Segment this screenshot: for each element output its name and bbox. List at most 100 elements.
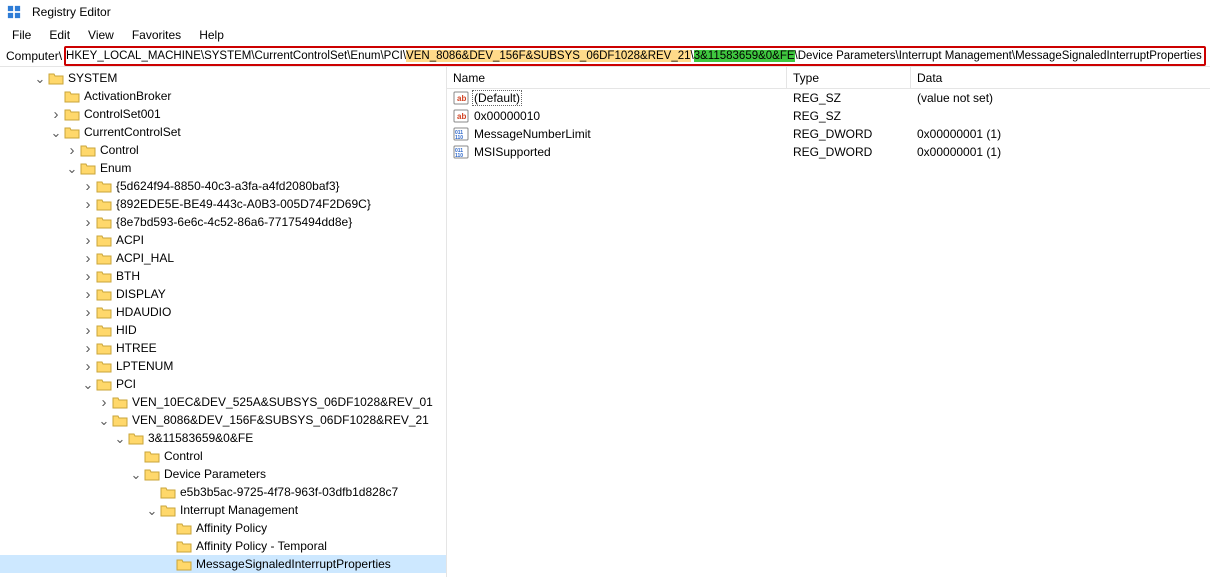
- twisty-icon[interactable]: [128, 465, 144, 483]
- tree-node-bth[interactable]: BTH: [0, 267, 446, 285]
- tree-pane[interactable]: SYSTEM ActivationBroker ControlSet001 Cu…: [0, 67, 447, 577]
- values-pane[interactable]: Name Type Data ab(Default)REG_SZ(value n…: [447, 67, 1210, 577]
- tree-node-devguid[interactable]: e5b3b5ac-9725-4f78-963f-03dfb1d828c7: [0, 483, 446, 501]
- tree-label: LPTENUM: [116, 359, 173, 373]
- tree-node-control[interactable]: Control: [0, 141, 446, 159]
- svg-text:ab: ab: [457, 112, 466, 121]
- tree-node-guid1[interactable]: {5d624f94-8850-40c3-a3fa-a4fd2080baf3}: [0, 177, 446, 195]
- value-row[interactable]: 011110MSISupportedREG_DWORD0x00000001 (1…: [447, 143, 1210, 161]
- twisty-icon[interactable]: [80, 177, 96, 195]
- window-title: Registry Editor: [32, 5, 111, 19]
- menu-help[interactable]: Help: [191, 26, 232, 44]
- tree-node-acpi[interactable]: ACPI: [0, 231, 446, 249]
- twisty-icon[interactable]: [144, 501, 160, 519]
- tree-node-controlset001[interactable]: ControlSet001: [0, 105, 446, 123]
- twisty-icon[interactable]: [32, 69, 48, 87]
- tree-node-guid3[interactable]: {8e7bd593-6e6c-4c52-86a6-77175494dd8e}: [0, 213, 446, 231]
- tree-node-currentcontrolset[interactable]: CurrentControlSet: [0, 123, 446, 141]
- tree-node-instance[interactable]: 3&11583659&0&FE: [0, 429, 446, 447]
- tree-node-affinity-policy-temporal[interactable]: Affinity Policy - Temporal: [0, 537, 446, 555]
- col-header-data[interactable]: Data: [911, 67, 1210, 88]
- folder-icon: [80, 160, 96, 176]
- tree-label: CurrentControlSet: [84, 125, 181, 139]
- twisty-icon[interactable]: [80, 195, 96, 213]
- tree-label: Control: [100, 143, 139, 157]
- folder-icon: [96, 196, 112, 212]
- twisty-icon[interactable]: [48, 123, 64, 141]
- tree-node-enum[interactable]: Enum: [0, 159, 446, 177]
- menu-favorites[interactable]: Favorites: [124, 26, 189, 44]
- col-header-name[interactable]: Name: [447, 67, 787, 88]
- address-bar: Computer\ HKEY_LOCAL_MACHINE\SYSTEM\Curr…: [0, 46, 1210, 66]
- binary-value-icon: 011110: [453, 144, 469, 160]
- tree-node-msip[interactable]: MessageSignaledInterruptProperties: [0, 555, 446, 573]
- twisty-icon[interactable]: [80, 231, 96, 249]
- tree-node-pci[interactable]: PCI: [0, 375, 446, 393]
- tree-node-hdaudio[interactable]: HDAUDIO: [0, 303, 446, 321]
- address-label: Computer\: [4, 49, 64, 63]
- twisty-icon[interactable]: [80, 321, 96, 339]
- twisty-icon[interactable]: [96, 393, 112, 411]
- svg-text:110: 110: [455, 135, 463, 141]
- value-name: MessageNumberLimit: [473, 127, 592, 141]
- value-data: [911, 107, 1210, 125]
- col-header-label: Type: [793, 71, 819, 85]
- values-list: ab(Default)REG_SZ(value not set)ab0x0000…: [447, 89, 1210, 161]
- tree-node-htree[interactable]: HTREE: [0, 339, 446, 357]
- twisty-icon[interactable]: [80, 249, 96, 267]
- tree-node-activationbroker[interactable]: ActivationBroker: [0, 87, 446, 105]
- folder-icon: [96, 232, 112, 248]
- folder-icon: [176, 520, 192, 536]
- address-input[interactable]: HKEY_LOCAL_MACHINE\SYSTEM\CurrentControl…: [64, 46, 1206, 66]
- twisty-icon[interactable]: [112, 429, 128, 447]
- col-header-type[interactable]: Type: [787, 67, 911, 88]
- tree-label: SYSTEM: [68, 71, 117, 85]
- tree-node-hid[interactable]: HID: [0, 321, 446, 339]
- tree-node-system[interactable]: SYSTEM: [0, 69, 446, 87]
- value-row[interactable]: ab(Default)REG_SZ(value not set): [447, 89, 1210, 107]
- tree-node-acpi-hal[interactable]: ACPI_HAL: [0, 249, 446, 267]
- svg-text:ab: ab: [457, 94, 466, 103]
- twisty-icon[interactable]: [80, 285, 96, 303]
- folder-icon: [112, 412, 128, 428]
- twisty-icon[interactable]: [80, 375, 96, 393]
- tree-node-display[interactable]: DISPLAY: [0, 285, 446, 303]
- tree-node-affinity-policy[interactable]: Affinity Policy: [0, 519, 446, 537]
- value-name-cell: 011110MSISupported: [447, 143, 787, 161]
- twisty-icon[interactable]: [80, 339, 96, 357]
- address-seg-vendor: VEN_8086&DEV_156F&SUBSYS_06DF1028&REV_21: [406, 50, 690, 62]
- twisty-icon[interactable]: [64, 159, 80, 177]
- twisty-icon[interactable]: [80, 267, 96, 285]
- tree-label: PCI: [116, 377, 136, 391]
- tree-label: ControlSet001: [84, 107, 161, 121]
- twisty-icon[interactable]: [96, 411, 112, 429]
- value-row[interactable]: ab0x00000010REG_SZ: [447, 107, 1210, 125]
- tree-node-ven10ec[interactable]: VEN_10EC&DEV_525A&SUBSYS_06DF1028&REV_01: [0, 393, 446, 411]
- tree-node-device-parameters[interactable]: Device Parameters: [0, 465, 446, 483]
- menu-edit[interactable]: Edit: [41, 26, 78, 44]
- tree-node-lptenum[interactable]: LPTENUM: [0, 357, 446, 375]
- address-seg-instance: 3&11583659&0&FE: [694, 50, 795, 62]
- app-icon: [6, 4, 22, 20]
- tree-label: Control: [164, 449, 203, 463]
- menu-file[interactable]: File: [4, 26, 39, 44]
- tree-label: DISPLAY: [116, 287, 166, 301]
- string-value-icon: ab: [453, 108, 469, 124]
- tree-node-guid2[interactable]: {892EDE5E-BE49-443c-A0B3-005D74F2D69C}: [0, 195, 446, 213]
- tree-node-control2[interactable]: Control: [0, 447, 446, 465]
- menu-view[interactable]: View: [80, 26, 122, 44]
- twisty-icon[interactable]: [80, 357, 96, 375]
- folder-icon: [96, 286, 112, 302]
- value-data: 0x00000001 (1): [911, 143, 1210, 161]
- value-type: REG_SZ: [787, 107, 911, 125]
- value-row[interactable]: 011110MessageNumberLimitREG_DWORD0x00000…: [447, 125, 1210, 143]
- tree-label: ActivationBroker: [84, 89, 171, 103]
- address-seg-root: HKEY_LOCAL_MACHINE\SYSTEM\CurrentControl…: [66, 50, 406, 62]
- tree-node-interrupt-management[interactable]: Interrupt Management: [0, 501, 446, 519]
- value-data: (value not set): [911, 89, 1210, 107]
- twisty-icon[interactable]: [64, 141, 80, 159]
- twisty-icon[interactable]: [80, 303, 96, 321]
- tree-node-ven8086[interactable]: VEN_8086&DEV_156F&SUBSYS_06DF1028&REV_21: [0, 411, 446, 429]
- twisty-icon[interactable]: [80, 213, 96, 231]
- twisty-icon[interactable]: [48, 105, 64, 123]
